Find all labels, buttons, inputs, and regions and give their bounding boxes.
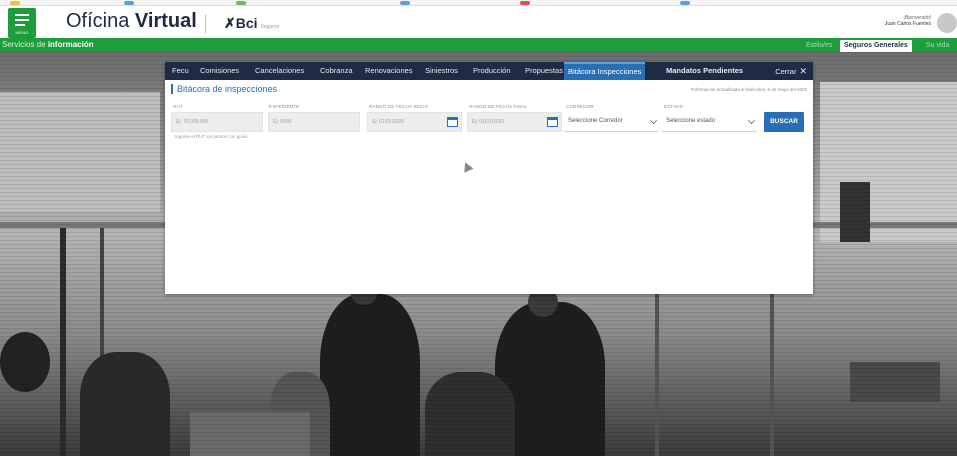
services-bar: Servicios de información Estilo/es Segur… — [0, 38, 957, 52]
bci-logo-sub: Seguros — [260, 24, 280, 30]
tab-cancelaciones[interactable]: Cancelaciones — [255, 62, 304, 80]
calendar-icon[interactable] — [447, 117, 458, 127]
menu-label: MENÚ — [15, 30, 29, 35]
section-title: Bitácora de inspecciones — [171, 84, 277, 94]
user-name: Juan Carlos Fuentes — [884, 21, 931, 27]
hamburger-icon — [15, 14, 29, 16]
tab-renovaciones[interactable]: Renovaciones — [365, 62, 413, 80]
services-title: Servicios de información — [2, 40, 94, 49]
tab-comisiones[interactable]: Comisiones — [200, 62, 239, 80]
tab-propuestas[interactable]: Propuestas — [525, 62, 563, 80]
services-tab-estilos[interactable]: Estilo/es — [802, 40, 836, 52]
estado-label: ESTADO — [664, 104, 684, 109]
tab-cobranza[interactable]: Cobranza — [320, 62, 353, 80]
app-title-prefix: Ofícina — [66, 10, 130, 32]
close-label: Cerrar — [775, 67, 797, 76]
services-title-prefix: Servicios de — [2, 40, 46, 49]
bookmark-icon[interactable] — [236, 1, 246, 5]
calendar-icon[interactable] — [547, 117, 558, 127]
app-title: Ofícina Virtual — [66, 10, 197, 33]
fecha-final-input[interactable]: Ej: 01/01/2020 — [467, 112, 562, 132]
panel-tabs: Fecu Comisiones Cancelaciones Cobranza R… — [165, 62, 813, 80]
fecha-final-label: RANGO DE FECHA FINAL — [469, 104, 528, 109]
user-info[interactable]: ¡Bienvenido! Juan Carlos Fuentes — [885, 15, 931, 27]
app-title-bold: Virtual — [134, 10, 197, 32]
estado-select[interactable]: Seleccione estado — [662, 112, 757, 132]
bitacora-panel: Fecu Comisiones Cancelaciones Cobranza R… — [165, 62, 813, 294]
menu-button[interactable]: MENÚ — [8, 8, 36, 38]
services-tab-su-vida[interactable]: Su vida — [922, 40, 953, 52]
bookmark-icon[interactable] — [680, 1, 690, 5]
hamburger-icon-bar — [15, 24, 25, 26]
estado-value: Seleccione estado — [666, 118, 716, 124]
corredor-label: CORREDOR — [566, 104, 594, 109]
corredor-select[interactable]: Seleccione Corredor — [564, 112, 659, 132]
corredor-value: Seleccione Corredor — [568, 118, 623, 124]
fecha-final-placeholder: Ej: 01/01/2020 — [472, 119, 505, 125]
services-tab-seguros-generales[interactable]: Seguros Generales — [840, 40, 912, 52]
update-note: *Información actualizada al miércoles, 6… — [690, 87, 807, 92]
tab-bitacora-inspecciones[interactable]: Bitácora Inspecciones — [564, 62, 646, 80]
chevron-down-icon — [650, 117, 657, 124]
bci-logo: ✗ Bci Seguros — [224, 15, 279, 32]
header-divider — [205, 15, 206, 33]
search-button[interactable]: BUSCAR — [764, 112, 804, 132]
close-icon: ✕ — [799, 66, 807, 76]
expediente-label: EXPEDIENTE — [269, 104, 300, 109]
mouse-cursor-icon — [460, 160, 474, 173]
rut-label: RUT — [173, 104, 183, 109]
tab-siniestros[interactable]: Siniestros — [425, 62, 458, 80]
tab-produccion[interactable]: Producción — [473, 62, 511, 80]
bookmark-icon[interactable] — [124, 1, 134, 5]
tab-fecu[interactable]: Fecu — [172, 62, 189, 80]
chevron-down-icon — [748, 117, 755, 124]
rut-input[interactable]: Ej: 76.000.000 — [171, 112, 263, 132]
rut-helper-text: Ingrese el RUT sin puntos con guion — [175, 134, 248, 139]
expediente-input[interactable]: Ej: 0000 — [268, 112, 360, 132]
bookmark-icon[interactable] — [10, 1, 20, 5]
hamburger-icon-bar — [15, 19, 29, 21]
fecha-inicio-placeholder: Ej: 01/01/2020 — [372, 119, 405, 125]
avatar[interactable] — [937, 13, 957, 33]
bookmark-icon[interactable] — [520, 1, 530, 5]
fecha-inicio-input[interactable]: Ej: 01/01/2020 — [367, 112, 462, 132]
tab-mandatos-pendientes[interactable]: Mandatos Pendientes — [666, 62, 743, 80]
bci-x-icon: ✗ — [224, 15, 236, 31]
close-button[interactable]: Cerrar ✕ — [775, 62, 807, 80]
services-title-bold: información — [47, 40, 94, 49]
app-header: MENÚ Ofícina Virtual ✗ Bci Seguros ¡Bien… — [0, 6, 957, 38]
bci-logo-text: Bci — [235, 15, 258, 31]
bookmark-icon[interactable] — [400, 1, 410, 5]
fecha-inicio-label: RANGO DE FECHA INICIO — [369, 104, 429, 109]
